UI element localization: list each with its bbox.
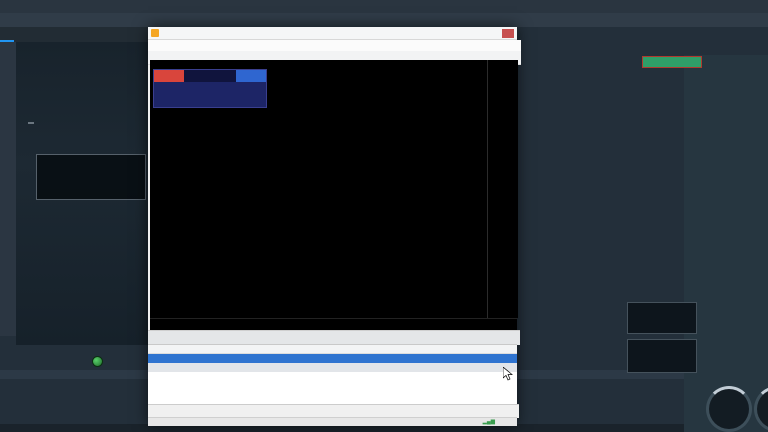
mt5-logo-icon [151,29,159,37]
volume-input[interactable] [184,70,236,82]
data-tooltip [36,154,146,200]
trade-table-header[interactable] [148,345,517,354]
order-book-panel [684,12,768,38]
minimize-button[interactable] [472,29,484,38]
buy-price[interactable] [210,82,266,106]
open-position-row[interactable] [148,354,517,363]
mt5-window: ▂▄▆ [148,27,517,425]
left-tool-strip [0,42,16,336]
time-band-left [0,370,148,379]
trend-logo [92,356,103,367]
chart-tab-bar [148,330,520,345]
restore-button[interactable] [487,29,499,38]
buy-button[interactable] [236,70,266,82]
sell-price[interactable] [154,82,210,106]
market-vol-panel [627,302,697,334]
trend-chart [0,345,148,432]
ratio-badge [28,122,34,124]
trade-panel [148,344,517,405]
screen: ▂▄▆ [0,0,768,432]
mt5-statusbar: ▂▄▆ [148,417,517,426]
candlestick-plot [150,87,487,345]
app-toolbar [0,13,768,27]
app-tab-row [0,27,148,42]
mt5-titlebar[interactable] [148,27,517,40]
diff-gauge[interactable] [706,386,752,432]
avg-liquidity-panel [627,339,697,373]
volume-ratio-badge [642,56,702,68]
price-axis[interactable] [487,60,518,318]
price-ladder [684,55,768,432]
mt5-bottom-tabs [148,404,519,418]
close-button[interactable] [502,29,514,38]
balance-row [148,363,517,372]
app-menubar [0,0,768,13]
tab-gc24[interactable] [0,26,14,42]
one-click-trade-widget [153,69,267,108]
connection-bars-icon: ▂▄▆ [483,419,495,425]
mt5-chart[interactable] [150,60,517,330]
sell-button[interactable] [154,70,184,82]
